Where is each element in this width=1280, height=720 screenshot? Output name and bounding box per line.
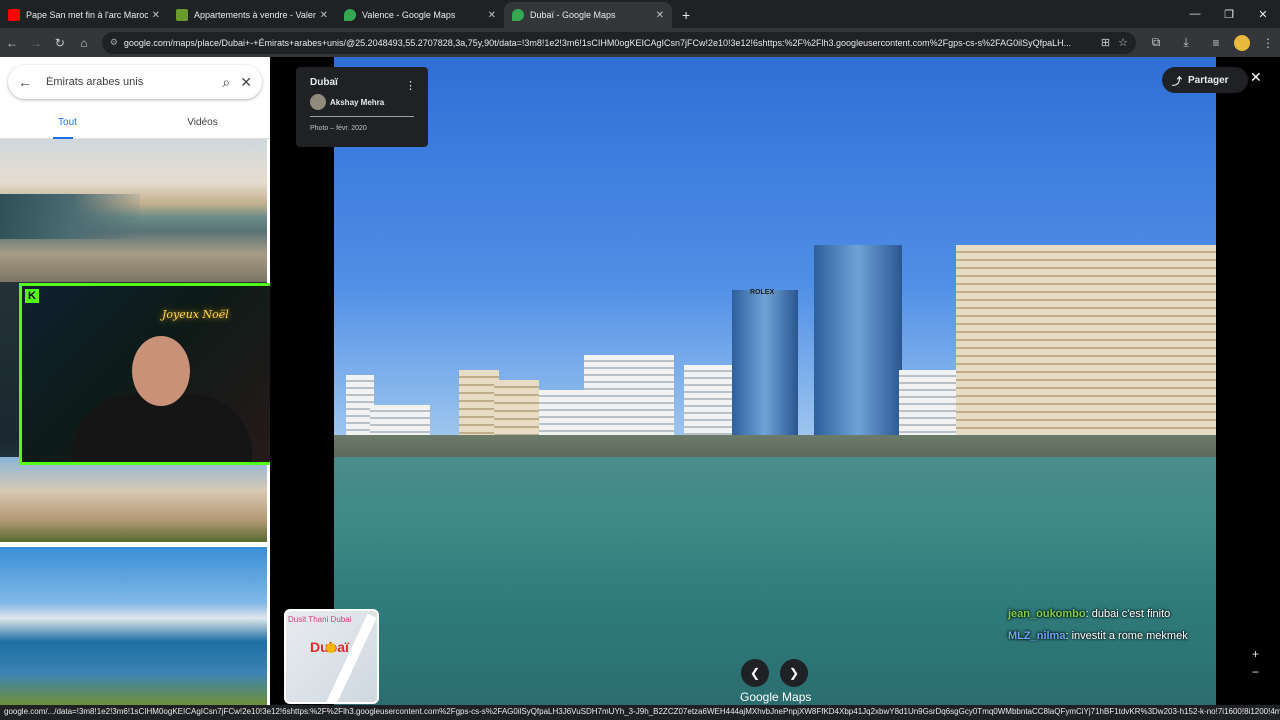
browser-toolbar: ← → ↻ ⌂ ⚙ google.com/maps/place/Dubai+-+…	[0, 28, 1280, 57]
rolex-sign: ROLEX	[750, 289, 775, 296]
chat-message: jean_oukombo: dubai c'est finito	[1008, 608, 1170, 620]
back-arrow-icon[interactable]: ←	[18, 74, 32, 90]
tab-title: Valence - Google Maps	[362, 10, 456, 20]
hotel-building	[956, 245, 1216, 435]
building	[459, 370, 499, 435]
link-status-bar: google.com/.../data=!3m8!1e2!3m6!1sCIHM0…	[0, 705, 1280, 720]
window-controls: — ❐ ✕	[1178, 0, 1280, 28]
menu-kebab-icon[interactable]: ⋮	[1256, 36, 1280, 50]
tab-title: Appartements à vendre - Valen...	[194, 10, 316, 20]
photo-viewer: ROLEX Dubaï Akshay Mehra Photo – févr. 2…	[270, 57, 1280, 705]
photo-thumbnail[interactable]	[0, 139, 267, 282]
share-label: Partager	[1188, 74, 1229, 86]
close-icon[interactable]: ✕	[240, 74, 252, 91]
author-row[interactable]: Akshay Mehra	[310, 94, 414, 117]
home-icon[interactable]: ⌂	[72, 36, 96, 50]
next-photo-button[interactable]: ❯	[780, 659, 808, 687]
tab-tout[interactable]: Tout	[0, 115, 135, 139]
chat-username: jean_oukombo	[1008, 608, 1086, 620]
rolex-tower	[732, 290, 798, 435]
new-tab-button[interactable]: +	[672, 7, 700, 28]
address-bar[interactable]: ⚙ google.com/maps/place/Dubai+-+Émirats+…	[101, 31, 1136, 54]
browser-tab[interactable]: Valence - Google Maps ✕	[336, 2, 504, 28]
tower	[814, 245, 902, 435]
previous-photo-button[interactable]: ❮	[741, 659, 769, 687]
search-box: ← ⌕ ✕	[8, 65, 262, 99]
maps-pin-icon	[344, 9, 356, 21]
browser-tab-active[interactable]: Dubaï - Google Maps ✕	[504, 2, 672, 28]
minimize-icon[interactable]: —	[1178, 8, 1212, 20]
minimap[interactable]: Dusit Thani Dubai Dubaï	[284, 609, 379, 704]
kick-logo-icon: K	[25, 289, 39, 303]
author-avatar	[310, 94, 326, 110]
browser-tab[interactable]: Appartements à vendre - Valen... ✕	[168, 2, 336, 28]
maps-pin-icon	[512, 9, 524, 21]
close-window-icon[interactable]: ✕	[1246, 8, 1280, 21]
author-name[interactable]: Akshay Mehra	[330, 98, 384, 107]
photo-thumbnail[interactable]	[0, 457, 267, 542]
forward-arrow-icon[interactable]: →	[24, 36, 48, 50]
site-info-icon[interactable]: ⚙	[110, 37, 118, 48]
zoom-in-button[interactable]: +	[1252, 647, 1259, 661]
water	[334, 449, 1216, 705]
chat-text: : investit a rome mekmek	[1065, 630, 1188, 642]
building	[584, 355, 674, 435]
install-app-icon[interactable]: ⊞	[1101, 36, 1110, 49]
building	[494, 380, 539, 435]
youtube-icon	[8, 9, 20, 21]
tab-videos[interactable]: Vidéos	[135, 115, 270, 138]
chat-message: MLZ_nilma: investit a rome mekmek	[1008, 630, 1188, 642]
site-icon	[176, 9, 188, 21]
profile-avatar[interactable]	[1233, 34, 1250, 51]
minimap-hotel-label: Dusit Thani Dubai	[288, 615, 352, 624]
zoom-out-button[interactable]: −	[1252, 665, 1259, 679]
reload-icon[interactable]: ↻	[48, 36, 72, 50]
shoreline	[334, 435, 1216, 457]
url-text: google.com/maps/place/Dubai+-+Émirats+ar…	[123, 37, 1072, 48]
back-arrow-icon[interactable]: ←	[0, 36, 24, 50]
map-road	[325, 613, 377, 702]
close-tab-icon[interactable]: ✕	[152, 10, 160, 21]
building	[899, 370, 959, 435]
building	[684, 365, 734, 435]
photo-date: Photo – févr. 2020	[310, 125, 367, 132]
close-tab-icon[interactable]: ✕	[488, 10, 496, 21]
restore-icon[interactable]: ❐	[1212, 8, 1246, 21]
close-tab-icon[interactable]: ✕	[320, 10, 328, 21]
place-title: Dubaï	[310, 77, 338, 88]
photo-info-card: Dubaï Akshay Mehra Photo – févr. 2020 ⋮	[296, 67, 428, 147]
tab-title: Dubaï - Google Maps	[530, 10, 616, 20]
reading-list-icon[interactable]: ≡	[1204, 36, 1228, 50]
extensions-icon[interactable]: ⧉	[1144, 35, 1168, 50]
search-input[interactable]	[46, 76, 213, 88]
chat-text: : dubai c'est finito	[1085, 608, 1171, 620]
browser-tab-bar: Pape San met fin à l'arc Maroc... ✕ Appa…	[0, 0, 1280, 28]
neon-sign: Joyeux Noël	[162, 308, 229, 321]
chat-username: MLZ_nilma	[1008, 630, 1066, 642]
pegman-icon	[326, 643, 336, 653]
close-tab-icon[interactable]: ✕	[656, 10, 664, 21]
browser-tab[interactable]: Pape San met fin à l'arc Maroc... ✕	[0, 2, 168, 28]
more-options-icon[interactable]: ⋮	[405, 79, 416, 92]
search-icon[interactable]: ⌕	[222, 74, 230, 91]
building	[370, 405, 430, 435]
photo-thumbnail[interactable]	[0, 547, 267, 705]
bookmark-star-icon[interactable]: ☆	[1118, 36, 1128, 49]
share-button[interactable]: ⤴ Partager	[1162, 67, 1248, 93]
close-viewer-icon[interactable]: ✕	[1250, 69, 1262, 86]
photo-tabs: Tout Vidéos	[0, 115, 270, 139]
tab-title: Pape San met fin à l'arc Maroc...	[26, 10, 148, 20]
streamer-head	[132, 336, 190, 406]
google-maps-logo: Google Maps	[740, 690, 812, 704]
download-icon[interactable]: ⤓	[1174, 35, 1198, 50]
share-icon: ⤴	[1172, 76, 1182, 88]
